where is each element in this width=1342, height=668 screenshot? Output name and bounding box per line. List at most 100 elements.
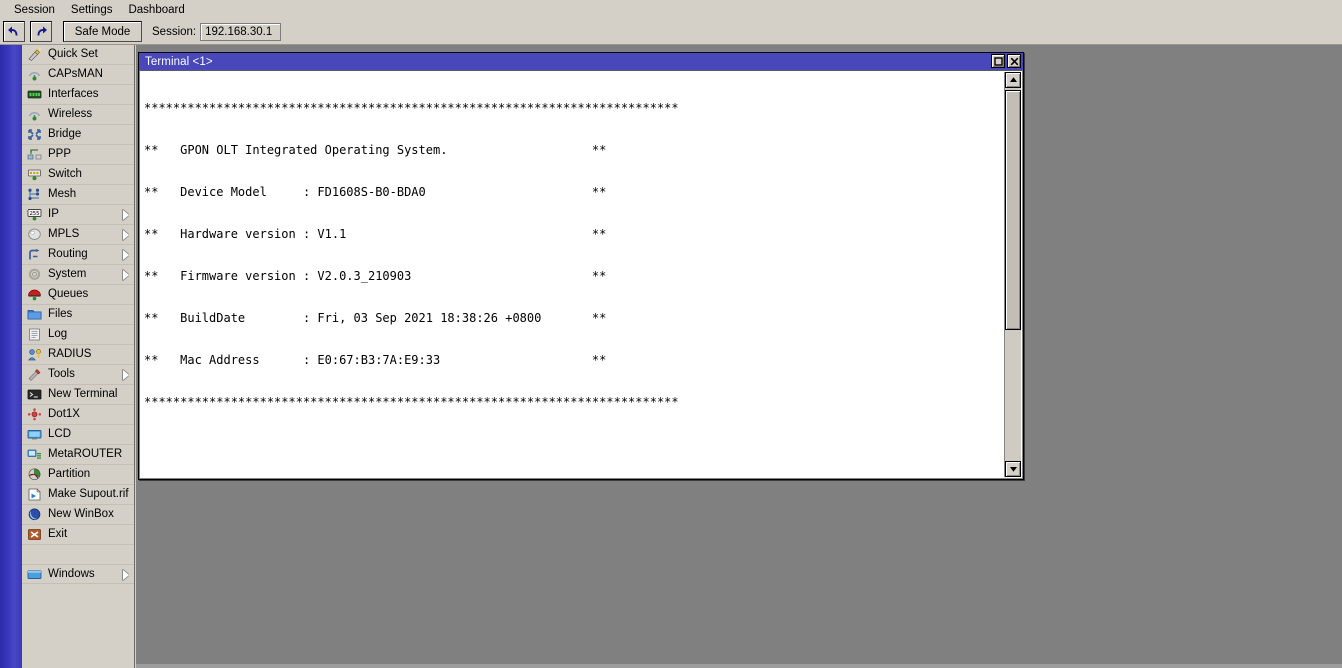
terminal-title: Terminal <1>: [145, 56, 213, 68]
terminal-line: ** Device Model : FD1608S-B0-BDA0 **: [144, 185, 1000, 199]
ip-255-icon: 255: [26, 207, 43, 222]
sidebar-item-windows[interactable]: Windows: [22, 564, 134, 584]
sidebar-label: Switch: [48, 168, 82, 181]
radius-key-icon: [26, 347, 43, 362]
sidebar-item-files[interactable]: Files: [22, 305, 134, 325]
sidebar-item-bridge[interactable]: Bridge: [22, 125, 134, 145]
mpls-disc-icon: [26, 227, 43, 242]
session-address-field[interactable]: 192.168.30.1: [200, 23, 281, 41]
sidebar-label: Exit: [48, 528, 67, 541]
chevron-right-icon: [123, 570, 129, 580]
sidebar-item-quick-set[interactable]: Quick Set: [22, 45, 134, 65]
winbox-application-window: Session Settings Dashboard Safe Mode Ses…: [0, 0, 1342, 668]
scrollbar-track[interactable]: [1005, 88, 1021, 461]
session-label: Session:: [152, 26, 196, 38]
sidebar-item-switch[interactable]: Switch: [22, 165, 134, 185]
sidebar-label: IP: [48, 208, 59, 221]
sidebar-item-radius[interactable]: RADIUS: [22, 345, 134, 365]
sidebar-label: New WinBox: [48, 508, 114, 521]
sidebar-label: RADIUS: [48, 348, 91, 361]
sidebar-label: Windows: [48, 568, 95, 581]
bridge-icon: [26, 127, 43, 142]
sidebar-label: New Terminal: [48, 388, 117, 401]
sidebar-item-wireless[interactable]: Wireless: [22, 105, 134, 125]
sidebar-item-new-winbox[interactable]: New WinBox: [22, 505, 134, 525]
safe-mode-button[interactable]: Safe Mode: [63, 21, 142, 42]
winbox-icon: [26, 507, 43, 522]
sidebar-item-interfaces[interactable]: Interfaces: [22, 85, 134, 105]
sidebar-label: PPP: [48, 148, 71, 161]
sidebar-label: Partition: [48, 468, 90, 481]
sidebar-item-ip[interactable]: 255 IP: [22, 205, 134, 225]
undo-button[interactable]: [3, 21, 25, 42]
sidebar-label: MetaROUTER: [48, 448, 122, 461]
terminal-line: ** BuildDate : Fri, 03 Sep 2021 18:38:26…: [144, 311, 1000, 325]
sidebar-item-log[interactable]: Log: [22, 325, 134, 345]
sidebar-label: CAPsMAN: [48, 68, 103, 81]
sidebar-item-new-terminal[interactable]: New Terminal: [22, 385, 134, 405]
sidebar-item-mesh[interactable]: Mesh: [22, 185, 134, 205]
menubar-item-session[interactable]: Session: [6, 1, 63, 19]
terminal-text: ****************************************…: [144, 73, 1000, 479]
sidebar-item-dot1x[interactable]: Dot1X: [22, 405, 134, 425]
terminal-vertical-scrollbar[interactable]: [1004, 72, 1021, 477]
sidebar-label: Dot1X: [48, 408, 80, 421]
menubar-item-settings[interactable]: Settings: [63, 1, 121, 19]
terminal-output-area[interactable]: ****************************************…: [139, 70, 1023, 479]
sidebar-spacer: [22, 545, 134, 564]
redo-button[interactable]: [30, 21, 52, 42]
sidebar-item-routing[interactable]: Routing: [22, 245, 134, 265]
sidebar-item-system[interactable]: System: [22, 265, 134, 285]
queues-icon: [26, 287, 43, 302]
menubar-item-dashboard[interactable]: Dashboard: [120, 1, 192, 19]
terminal-line: ****************************************…: [144, 395, 1000, 409]
antenna-icon: [26, 107, 43, 122]
dot1x-icon: [26, 407, 43, 422]
sidebar-item-lcd[interactable]: LCD: [22, 425, 134, 445]
lcd-screen-icon: [26, 427, 43, 442]
sidebar-label: Routing: [48, 248, 88, 261]
antenna-icon: [26, 67, 43, 82]
close-button[interactable]: [1007, 54, 1021, 68]
sidebar-label: Mesh: [48, 188, 76, 201]
maximize-button[interactable]: [991, 54, 1005, 68]
maximize-icon: [994, 57, 1003, 66]
chevron-right-icon: [123, 230, 129, 240]
sidebar-label: MPLS: [48, 228, 79, 241]
sidebar-label: Quick Set: [48, 48, 98, 61]
sidebar-item-tools[interactable]: Tools: [22, 365, 134, 385]
scrollbar-thumb[interactable]: [1005, 90, 1021, 330]
sidebar-label: Interfaces: [48, 88, 99, 101]
sidebar-item-capsman[interactable]: CAPsMAN: [22, 65, 134, 85]
undo-arrow-icon: [7, 25, 21, 38]
toolbar: Safe Mode Session: 192.168.30.1: [0, 19, 1342, 45]
terminal-line: ****************************************…: [144, 101, 1000, 115]
sidebar-item-make-supout-rif[interactable]: Make Supout.rif: [22, 485, 134, 505]
sidebar-label: Bridge: [48, 128, 81, 141]
window-controls: [991, 54, 1021, 68]
scroll-down-button[interactable]: [1005, 461, 1021, 477]
window-icon: [26, 567, 43, 582]
mesh-icon: [26, 187, 43, 202]
sidebar-item-metarouter[interactable]: MetaROUTER: [22, 445, 134, 465]
scroll-up-button[interactable]: [1005, 72, 1021, 88]
sidebar-item-queues[interactable]: Queues: [22, 285, 134, 305]
terminal-line: ** Firmware version : V2.0.3_210903 **: [144, 269, 1000, 283]
scroll-down-arrow-icon: [1009, 460, 1018, 478]
chevron-right-icon: [123, 210, 129, 220]
redo-arrow-icon: [34, 25, 48, 38]
sidebar-item-ppp[interactable]: PPP: [22, 145, 134, 165]
terminal-line: [144, 437, 1000, 451]
sidebar-item-partition[interactable]: Partition: [22, 465, 134, 485]
sidebar-label: Make Supout.rif: [48, 488, 129, 501]
terminal-icon: [26, 387, 43, 402]
gear-icon: [26, 267, 43, 282]
sidebar-item-mpls[interactable]: MPLS: [22, 225, 134, 245]
terminal-titlebar[interactable]: Terminal <1>: [139, 53, 1023, 70]
magic-wand-icon: [26, 47, 43, 62]
chevron-right-icon: [123, 270, 129, 280]
chevron-right-icon: [123, 250, 129, 260]
exit-icon: [26, 527, 43, 542]
routing-icon: [26, 247, 43, 262]
sidebar-item-exit[interactable]: Exit: [22, 525, 134, 545]
